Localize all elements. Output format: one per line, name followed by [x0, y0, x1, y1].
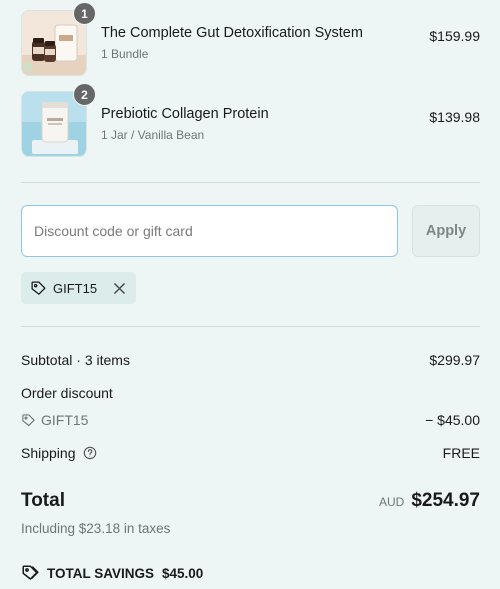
discount-code-row: GIFT15 − $45.00 — [21, 412, 480, 428]
applied-discount-chip: GIFT15 — [21, 272, 137, 304]
line-item: 1 The Complete Gut Detoxification System… — [21, 2, 480, 76]
item-variant: 1 Jar / Vanilla Bean — [101, 128, 205, 142]
discount-code-label: GIFT15 — [41, 412, 89, 428]
order-discount-label: Order discount — [21, 385, 113, 401]
item-price: $139.98 — [429, 109, 480, 125]
divider — [21, 326, 480, 327]
savings-tag-icon — [21, 564, 39, 582]
product-thumbnail: 2 — [21, 83, 96, 157]
subtotal-value: $299.97 — [429, 352, 480, 368]
line-item: 2 Prebiotic Collagen Protein 1 Jar / Van… — [21, 83, 480, 157]
quantity-badge: 1 — [73, 2, 96, 25]
divider — [21, 182, 480, 183]
product-thumbnail: 1 — [21, 2, 96, 76]
apply-button[interactable]: Apply — [412, 205, 480, 257]
tax-note-row: Including $23.18 in taxes — [21, 521, 480, 536]
currency-code: AUD — [378, 495, 405, 509]
savings-value: $45.00 — [162, 565, 204, 581]
discount-code-input[interactable] — [21, 205, 398, 257]
order-discount-row: Order discount — [21, 385, 480, 401]
applied-code-label: GIFT15 — [53, 280, 98, 296]
total-row: Total AUD $254.97 — [21, 490, 480, 512]
savings-label: TOTAL SAVINGS — [47, 565, 155, 581]
discount-value: − $45.00 — [425, 412, 480, 428]
item-title: The Complete Gut Detoxification System — [101, 25, 363, 41]
total-label: Total — [21, 490, 65, 511]
item-title: Prebiotic Collagen Protein — [101, 106, 269, 122]
total-amount: $254.97 — [411, 490, 480, 511]
item-variant: 1 Bundle — [101, 47, 149, 61]
quantity-badge: 2 — [73, 83, 96, 106]
subtotal-row: Subtotal · 3 items $299.97 — [21, 352, 480, 368]
total-savings: TOTAL SAVINGS $45.00 — [21, 564, 203, 582]
help-icon[interactable] — [83, 446, 97, 460]
tag-icon — [21, 413, 36, 428]
shipping-value: FREE — [442, 445, 480, 461]
shipping-label: Shipping — [21, 445, 76, 461]
tag-icon — [30, 280, 47, 297]
tax-note: Including $23.18 in taxes — [21, 521, 171, 536]
shipping-row: Shipping FREE — [21, 445, 480, 461]
remove-discount-close-icon[interactable] — [113, 282, 126, 295]
subtotal-label: Subtotal · 3 items — [21, 352, 130, 368]
item-price: $159.99 — [429, 28, 480, 44]
